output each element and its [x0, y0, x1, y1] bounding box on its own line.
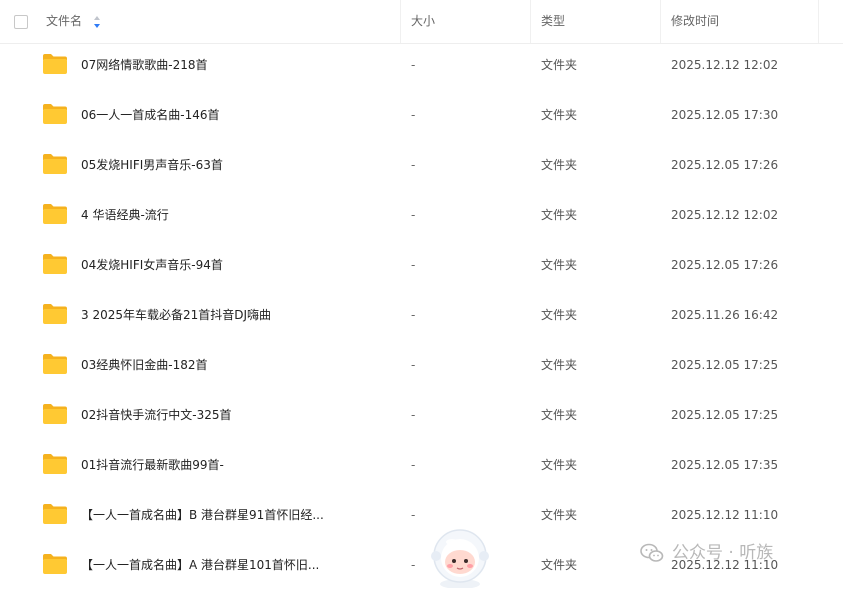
file-size: -	[411, 208, 416, 222]
table-row[interactable]: 3 2025年车载必备21首抖音DJ嗨曲 - 文件夹 2025.11.26 16:42	[0, 290, 843, 340]
astronaut-mascot	[431, 529, 489, 588]
file-type: 文件夹	[541, 158, 578, 172]
modified-time: 2025.12.05 17:25	[671, 408, 779, 422]
file-name[interactable]: 06一人一首成名曲-146首	[81, 90, 220, 140]
column-divider[interactable]	[530, 0, 531, 43]
folder-icon[interactable]	[42, 503, 68, 525]
sort-icon[interactable]	[93, 15, 101, 29]
folder-icon[interactable]	[42, 253, 68, 275]
file-name[interactable]: 【一人一首成名曲】B 港台群星91首怀旧经...	[81, 490, 324, 540]
column-header-name[interactable]: 文件名	[46, 0, 82, 43]
table-row[interactable]: 07网络情歌歌曲-218首 - 文件夹 2025.12.12 12:02	[0, 40, 843, 90]
file-name[interactable]: 02抖音快手流行中文-325首	[81, 390, 232, 440]
column-divider[interactable]	[818, 0, 819, 43]
file-name[interactable]: 3 2025年车载必备21首抖音DJ嗨曲	[81, 290, 271, 340]
file-type: 文件夹	[541, 358, 578, 372]
folder-icon[interactable]	[42, 553, 68, 575]
folder-icon[interactable]	[42, 53, 68, 75]
folder-icon[interactable]	[42, 203, 68, 225]
file-name[interactable]: 4 华语经典-流行	[81, 190, 169, 240]
file-name[interactable]: 04发烧HIFI女声音乐-94首	[81, 240, 223, 290]
table-row[interactable]: 【一人一首成名曲】B 港台群星91首怀旧经... - 文件夹 2025.12.12 1…	[0, 490, 843, 540]
table-row[interactable]: 04发烧HIFI女声音乐-94首 - 文件夹 2025.12.05 17:26	[0, 240, 843, 290]
file-list-header: 文件名 大小 类型 修改时间	[0, 0, 843, 44]
file-size: -	[411, 508, 416, 522]
modified-time: 2025.12.05 17:30	[671, 108, 779, 122]
modified-time: 2025.12.05 17:26	[671, 258, 779, 272]
column-header-type[interactable]: 类型	[541, 0, 565, 43]
folder-icon[interactable]	[42, 153, 68, 175]
table-row[interactable]: 03经典怀旧金曲-182首 - 文件夹 2025.12.05 17:25	[0, 340, 843, 390]
modified-time: 2025.12.05 17:35	[671, 458, 779, 472]
file-name[interactable]: 05发烧HIFI男声音乐-63首	[81, 140, 223, 190]
file-size: -	[411, 308, 416, 322]
modified-time: 2025.12.12 12:02	[671, 58, 779, 72]
file-name[interactable]: 【一人一首成名曲】A 港台群星101首怀旧...	[81, 540, 319, 590]
folder-icon[interactable]	[42, 403, 68, 425]
column-header-time[interactable]: 修改时间	[671, 0, 719, 43]
table-row[interactable]: 06一人一首成名曲-146首 - 文件夹 2025.12.05 17:30	[0, 90, 843, 140]
modified-time: 2025.12.05 17:25	[671, 358, 779, 372]
file-name[interactable]: 01抖音流行最新歌曲99首-	[81, 440, 224, 490]
file-type: 文件夹	[541, 458, 578, 472]
file-type: 文件夹	[541, 258, 578, 272]
file-size: -	[411, 458, 416, 472]
folder-icon[interactable]	[42, 103, 68, 125]
modified-time: 2025.12.12 11:10	[671, 508, 779, 522]
file-name[interactable]: 07网络情歌歌曲-218首	[81, 40, 208, 90]
folder-icon[interactable]	[42, 353, 68, 375]
table-row[interactable]: 02抖音快手流行中文-325首 - 文件夹 2025.12.05 17:25	[0, 390, 843, 440]
file-size: -	[411, 58, 416, 72]
file-size: -	[411, 558, 416, 572]
watermark: 公众号 · 听族	[640, 538, 773, 568]
select-all-checkbox[interactable]	[14, 15, 28, 29]
table-row[interactable]: 4 华语经典-流行 - 文件夹 2025.12.12 12:02	[0, 190, 843, 240]
file-size: -	[411, 408, 416, 422]
watermark-text: 公众号 · 听族	[672, 543, 774, 563]
file-size: -	[411, 258, 416, 272]
modified-time: 2025.11.26 16:42	[671, 308, 779, 322]
file-type: 文件夹	[541, 108, 578, 122]
folder-icon[interactable]	[42, 303, 68, 325]
table-row[interactable]: 01抖音流行最新歌曲99首- - 文件夹 2025.12.05 17:35	[0, 440, 843, 490]
folder-icon[interactable]	[42, 453, 68, 475]
table-row[interactable]: 05发烧HIFI男声音乐-63首 - 文件夹 2025.12.05 17:26	[0, 140, 843, 190]
column-divider[interactable]	[660, 0, 661, 43]
file-type: 文件夹	[541, 558, 578, 572]
file-type: 文件夹	[541, 508, 578, 522]
file-type: 文件夹	[541, 308, 578, 322]
file-size: -	[411, 358, 416, 372]
file-type: 文件夹	[541, 58, 578, 72]
modified-time: 2025.12.12 12:02	[671, 208, 779, 222]
modified-time: 2025.12.05 17:26	[671, 158, 779, 172]
wechat-icon	[640, 543, 664, 562]
file-name[interactable]: 03经典怀旧金曲-182首	[81, 340, 208, 390]
file-type: 文件夹	[541, 408, 578, 422]
column-header-size[interactable]: 大小	[411, 0, 435, 43]
file-size: -	[411, 158, 416, 172]
file-type: 文件夹	[541, 208, 578, 222]
file-size: -	[411, 108, 416, 122]
column-divider[interactable]	[400, 0, 401, 43]
